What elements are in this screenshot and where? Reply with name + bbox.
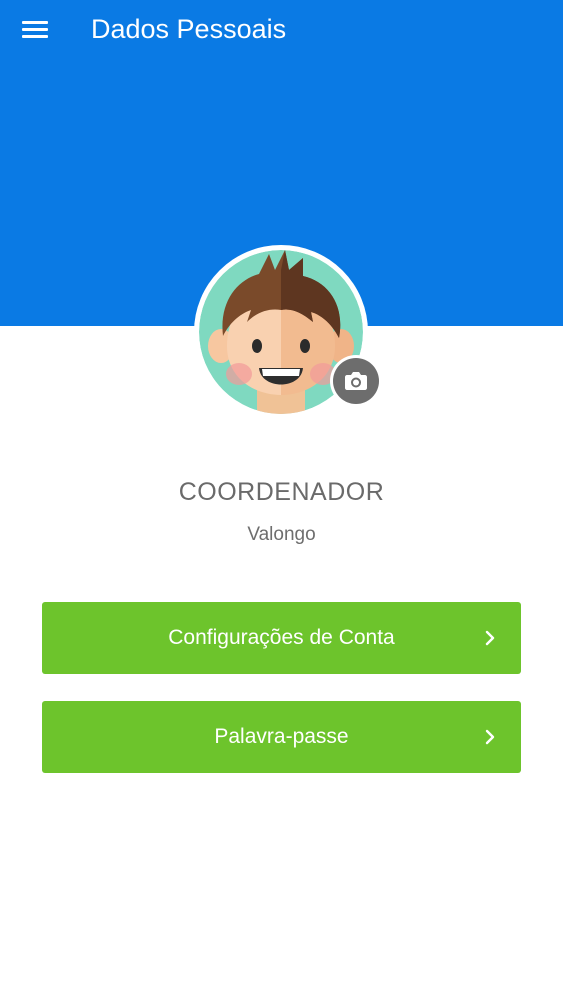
password-button[interactable]: Palavra-passe [42, 701, 521, 773]
account-settings-label: Configurações de Conta [168, 626, 395, 649]
camera-icon [345, 372, 367, 390]
account-settings-button[interactable]: Configurações de Conta [42, 602, 521, 674]
camera-badge [333, 358, 379, 404]
password-label: Palavra-passe [214, 725, 349, 748]
change-photo-button[interactable] [330, 355, 382, 407]
chevron-right-icon [485, 630, 495, 646]
profile-location: Valongo [247, 524, 316, 545]
page-title: Dados Pessoais [91, 14, 287, 44]
hamburger-menu-icon[interactable] [18, 16, 52, 44]
profile-role: COORDENADOR [178, 478, 385, 506]
chevron-right-icon [485, 729, 495, 745]
profile-avatar-area [194, 245, 382, 419]
